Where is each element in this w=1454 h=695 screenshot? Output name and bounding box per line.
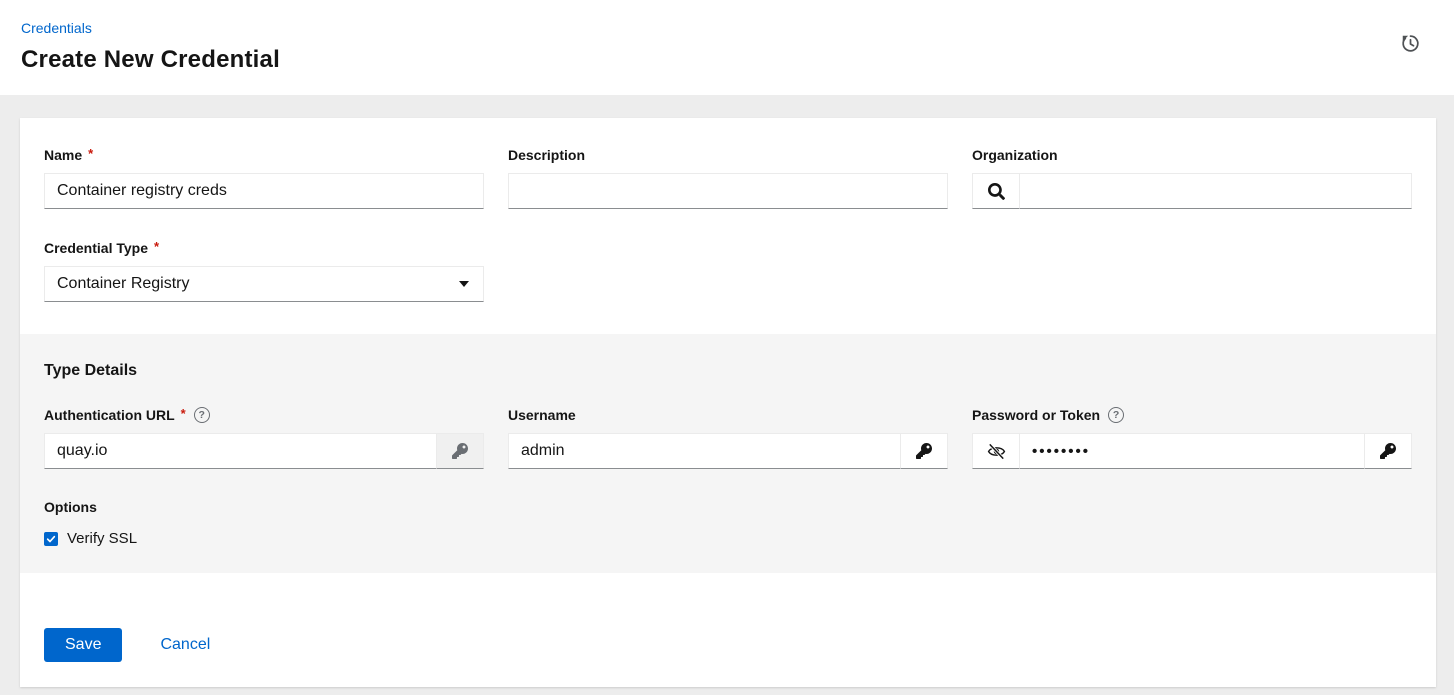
username-credential-lookup-button[interactable] <box>901 433 948 469</box>
credential-type-selected-value: Container Registry <box>57 275 190 293</box>
options-heading: Options <box>44 499 1412 515</box>
verify-ssl-label[interactable]: Verify SSL <box>67 530 137 547</box>
password-input[interactable] <box>1019 433 1365 469</box>
required-asterisk: * <box>181 406 186 421</box>
eye-slash-icon <box>987 442 1006 461</box>
organization-lookup-button[interactable] <box>972 173 1019 209</box>
username-field-group: Username <box>508 406 948 469</box>
type-details-section: Type Details Authentication URL * ? <box>20 334 1436 573</box>
help-icon[interactable]: ? <box>1108 407 1124 423</box>
authentication-url-input[interactable] <box>44 433 437 469</box>
password-visibility-toggle-button[interactable] <box>972 433 1019 469</box>
cancel-button[interactable]: Cancel <box>160 636 210 654</box>
key-icon <box>1380 443 1396 459</box>
required-asterisk: * <box>154 239 159 254</box>
credential-type-label: Credential Type * <box>44 239 484 257</box>
credential-form-card: Name * Description Organization <box>20 118 1436 687</box>
chevron-down-icon <box>459 281 469 287</box>
name-field-group: Name * <box>44 146 484 209</box>
history-button[interactable] <box>1399 32 1422 55</box>
password-field-group: Password or Token ? <box>972 406 1412 469</box>
description-field-group: Description <box>508 146 948 209</box>
name-label: Name * <box>44 146 484 164</box>
credential-type-field-group: Credential Type * Container Registry <box>44 239 484 302</box>
organization-field-group: Organization <box>972 146 1412 209</box>
form-actions: Save Cancel <box>20 573 1436 687</box>
basic-fields-section: Name * Description Organization <box>20 118 1436 334</box>
authentication-url-credential-lookup-button[interactable] <box>437 433 484 469</box>
history-icon <box>1401 34 1420 53</box>
key-icon <box>452 443 468 459</box>
required-asterisk: * <box>88 146 93 161</box>
username-label: Username <box>508 406 948 424</box>
username-input[interactable] <box>508 433 901 469</box>
type-details-heading: Type Details <box>44 362 1412 380</box>
breadcrumb-credentials-link[interactable]: Credentials <box>21 20 92 36</box>
credential-type-select[interactable]: Container Registry <box>44 266 484 302</box>
password-credential-lookup-button[interactable] <box>1365 433 1412 469</box>
name-input[interactable] <box>44 173 484 209</box>
authentication-url-field-group: Authentication URL * ? <box>44 406 484 469</box>
password-label: Password or Token ? <box>972 406 1412 424</box>
organization-label: Organization <box>972 146 1412 164</box>
breadcrumb: Credentials <box>21 20 1430 38</box>
save-button[interactable]: Save <box>44 628 122 662</box>
verify-ssl-row: Verify SSL <box>44 530 1412 547</box>
description-input[interactable] <box>508 173 948 209</box>
description-label: Description <box>508 146 948 164</box>
page-header: Credentials Create New Credential <box>0 0 1454 95</box>
organization-input[interactable] <box>1019 173 1412 209</box>
verify-ssl-checkbox[interactable] <box>44 532 58 546</box>
key-icon <box>916 443 932 459</box>
help-icon[interactable]: ? <box>194 407 210 423</box>
page-title: Create New Credential <box>21 46 1430 74</box>
check-icon <box>46 534 56 544</box>
search-icon <box>988 183 1005 200</box>
authentication-url-label: Authentication URL * ? <box>44 406 484 424</box>
